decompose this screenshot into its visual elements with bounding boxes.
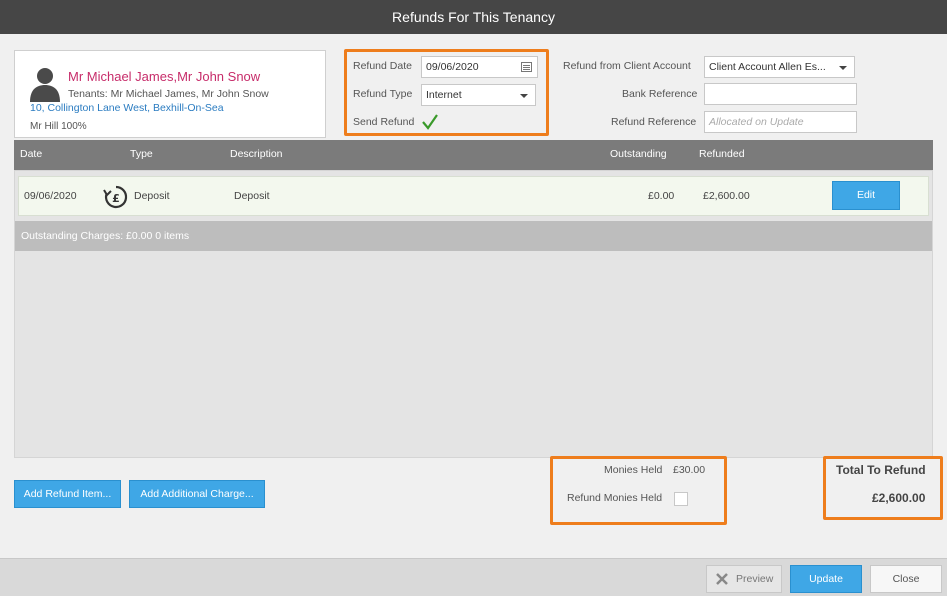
bank-reference-label: Bank Reference	[622, 88, 698, 100]
outstanding-charges-summary: Outstanding Charges: £0.00 0 items	[15, 221, 932, 251]
person-silhouette-icon	[30, 68, 60, 102]
bank-reference-input[interactable]	[704, 83, 857, 105]
total-to-refund-label: Total To Refund	[836, 463, 926, 477]
preview-button[interactable]: Preview	[706, 565, 782, 593]
row-type: Deposit	[134, 190, 170, 202]
update-button[interactable]: Update	[790, 565, 862, 593]
edit-button[interactable]: Edit	[832, 181, 900, 210]
table-row[interactable]: 09/06/2020 £ Deposit Deposit £0.00 £2,60…	[18, 176, 929, 216]
tenant-name[interactable]: Mr Michael James,Mr John Snow	[68, 69, 260, 84]
svg-text:£: £	[112, 192, 120, 205]
cross-icon	[716, 573, 728, 585]
tenant-card: Mr Michael James,Mr John Snow Tenants: M…	[14, 50, 326, 138]
col-date: Date	[20, 148, 43, 160]
window-title: Refunds For This Tenancy	[0, 0, 947, 34]
col-type: Type	[130, 148, 153, 160]
refund-items-grid: 09/06/2020 £ Deposit Deposit £0.00 £2,60…	[14, 170, 933, 458]
close-button[interactable]: Close	[870, 565, 942, 593]
col-refunded: Refunded	[699, 148, 745, 160]
calendar-icon[interactable]	[521, 62, 532, 72]
refund-date-input[interactable]: 09/06/2020	[421, 56, 538, 78]
chevron-down-icon	[839, 66, 847, 70]
refund-monies-held-checkbox[interactable]	[674, 492, 688, 506]
row-date: 09/06/2020	[24, 190, 77, 202]
refund-type-label: Refund Type	[353, 88, 413, 100]
col-outstanding: Outstanding	[610, 148, 667, 160]
client-account-select[interactable]: Client Account Allen Es...	[704, 56, 855, 78]
table-header: Date Type Description Outstanding Refund…	[14, 140, 933, 170]
refund-reference-input[interactable]: Allocated on Update	[704, 111, 857, 133]
refund-type-value: Internet	[426, 89, 462, 101]
client-account-value: Client Account Allen Es...	[709, 61, 826, 73]
refund-date-value: 09/06/2020	[426, 61, 479, 73]
row-refunded: £2,600.00	[703, 190, 750, 202]
preview-label: Preview	[736, 573, 774, 585]
monies-held-value: £30.00	[673, 464, 706, 476]
total-to-refund-value: £2,600.00	[872, 491, 926, 505]
landlord-share: Mr Hill 100%	[30, 121, 87, 132]
checkmark-icon[interactable]	[421, 113, 439, 131]
row-description: Deposit	[234, 190, 270, 202]
tenants-line: Tenants: Mr Michael James, Mr John Snow	[68, 88, 269, 100]
refund-type-select[interactable]: Internet	[421, 84, 536, 106]
add-additional-charge-button[interactable]: Add Additional Charge...	[129, 480, 265, 508]
property-address-link[interactable]: 10, Collington Lane West, Bexhill-On-Sea	[30, 102, 224, 114]
refund-reference-label: Refund Reference	[611, 116, 697, 128]
refund-monies-held-label: Refund Monies Held	[567, 492, 663, 504]
monies-held-label: Monies Held	[604, 464, 663, 476]
pound-refund-icon: £	[103, 185, 128, 209]
row-outstanding: £0.00	[648, 190, 675, 202]
add-refund-item-button[interactable]: Add Refund Item...	[14, 480, 121, 508]
refund-date-label: Refund Date	[353, 60, 412, 72]
dialog-footer: Preview Update Close	[0, 558, 947, 596]
send-refund-label: Send Refund	[353, 116, 415, 128]
client-account-label: Refund from Client Account	[563, 60, 691, 72]
chevron-down-icon	[520, 94, 528, 98]
col-description: Description	[230, 148, 283, 160]
